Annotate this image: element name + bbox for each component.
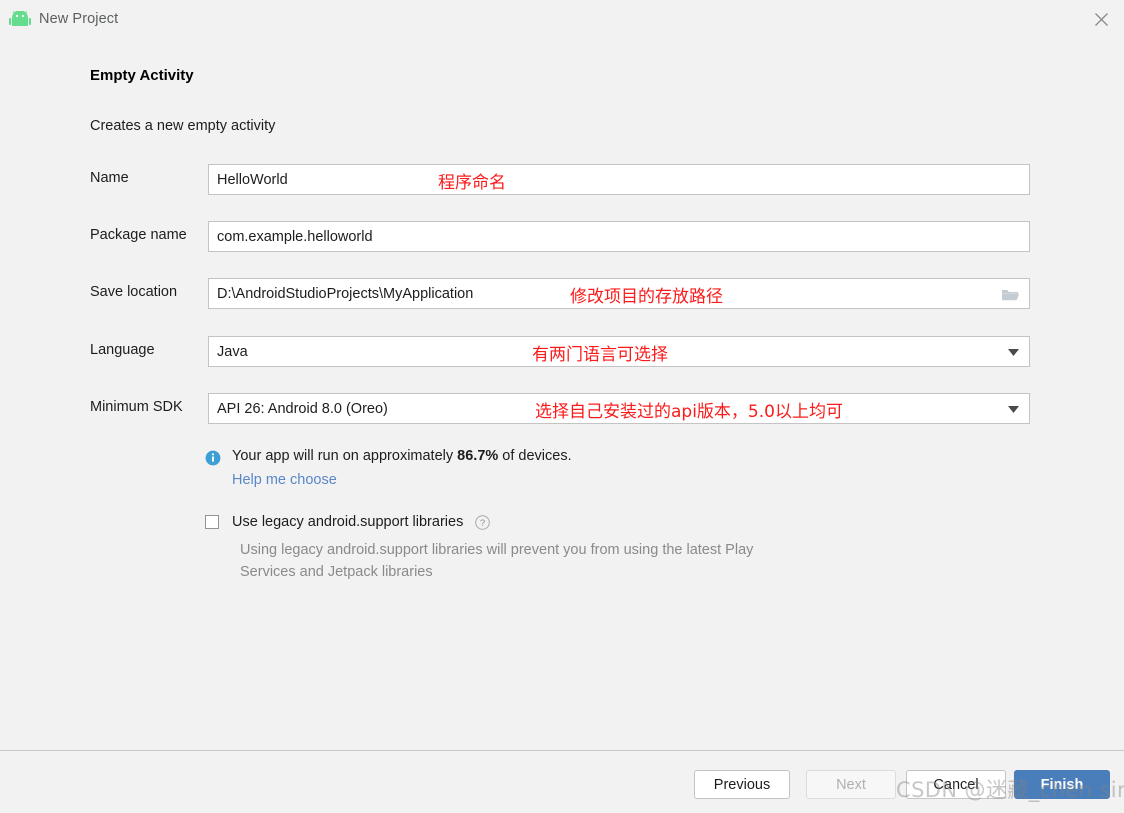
form-row-minimum-sdk: Minimum SDK API 26: Android 8.0 (Oreo) 选…: [90, 393, 1032, 424]
cancel-button[interactable]: Cancel: [906, 770, 1006, 799]
label-language: Language: [90, 342, 155, 358]
next-button: Next: [806, 770, 896, 799]
name-input[interactable]: HelloWorld: [208, 164, 1030, 195]
language-select-value: Java: [217, 343, 248, 360]
coverage-percentage: 86.7%: [457, 448, 499, 464]
page-subtitle: Creates a new empty activity: [90, 118, 276, 134]
page-title: Empty Activity: [90, 67, 194, 84]
folder-icon[interactable]: [997, 279, 1023, 310]
save-location-input[interactable]: D:\AndroidStudioProjects\MyApplication: [208, 278, 1030, 309]
name-input-value: HelloWorld: [217, 171, 288, 188]
device-coverage-text: Your app will run on approximately 86.7%…: [232, 448, 572, 464]
legacy-libraries-description: Using legacy android.support libraries w…: [240, 542, 754, 580]
device-coverage-info: Your app will run on approximately 86.7%…: [205, 448, 572, 489]
form-row-package-name: Package name com.example.helloworld: [90, 221, 1032, 252]
minimum-sdk-select-value: API 26: Android 8.0 (Oreo): [217, 400, 388, 417]
form-row-save-location: Save location D:\AndroidStudioProjects\M…: [90, 278, 1032, 309]
label-save-location: Save location: [90, 284, 178, 300]
form-row-language: Language Java 有两门语言可选择: [90, 336, 1032, 367]
label-minimum-sdk: Minimum SDK: [90, 399, 183, 415]
question-mark-icon[interactable]: ?: [475, 514, 491, 530]
dialog-content: Empty Activity Creates a new empty activ…: [0, 38, 1124, 750]
legacy-libraries-label: Use legacy android.support libraries: [232, 514, 464, 530]
form-row-name: Name HelloWorld 程序命名: [90, 164, 1032, 195]
chevron-down-icon[interactable]: [1008, 337, 1019, 368]
window-title: New Project: [39, 11, 119, 27]
dialog-footer: Previous Next Cancel Finish: [0, 750, 1124, 813]
coverage-suffix: of devices.: [498, 448, 572, 464]
save-location-input-value: D:\AndroidStudioProjects\MyApplication: [217, 285, 474, 302]
minimum-sdk-select[interactable]: API 26: Android 8.0 (Oreo): [208, 393, 1030, 424]
legacy-libraries-checkbox[interactable]: [205, 515, 219, 529]
finish-button[interactable]: Finish: [1014, 770, 1110, 799]
title-bar: New Project: [0, 0, 1124, 39]
chevron-down-icon[interactable]: [1008, 394, 1019, 425]
legacy-libraries-section: Use legacy android.support libraries ? U…: [205, 514, 760, 583]
coverage-prefix: Your app will run on approximately: [232, 448, 458, 464]
help-me-choose-link[interactable]: Help me choose: [232, 472, 337, 488]
android-robot-icon: [9, 9, 31, 29]
language-select[interactable]: Java: [208, 336, 1030, 367]
close-icon[interactable]: [1078, 0, 1124, 38]
label-name: Name: [90, 170, 129, 186]
package-name-input-value: com.example.helloworld: [217, 228, 373, 245]
info-icon: [205, 450, 221, 466]
svg-text:?: ?: [480, 518, 485, 529]
label-package-name: Package name: [90, 227, 187, 243]
package-name-input[interactable]: com.example.helloworld: [208, 221, 1030, 252]
previous-button[interactable]: Previous: [694, 770, 790, 799]
